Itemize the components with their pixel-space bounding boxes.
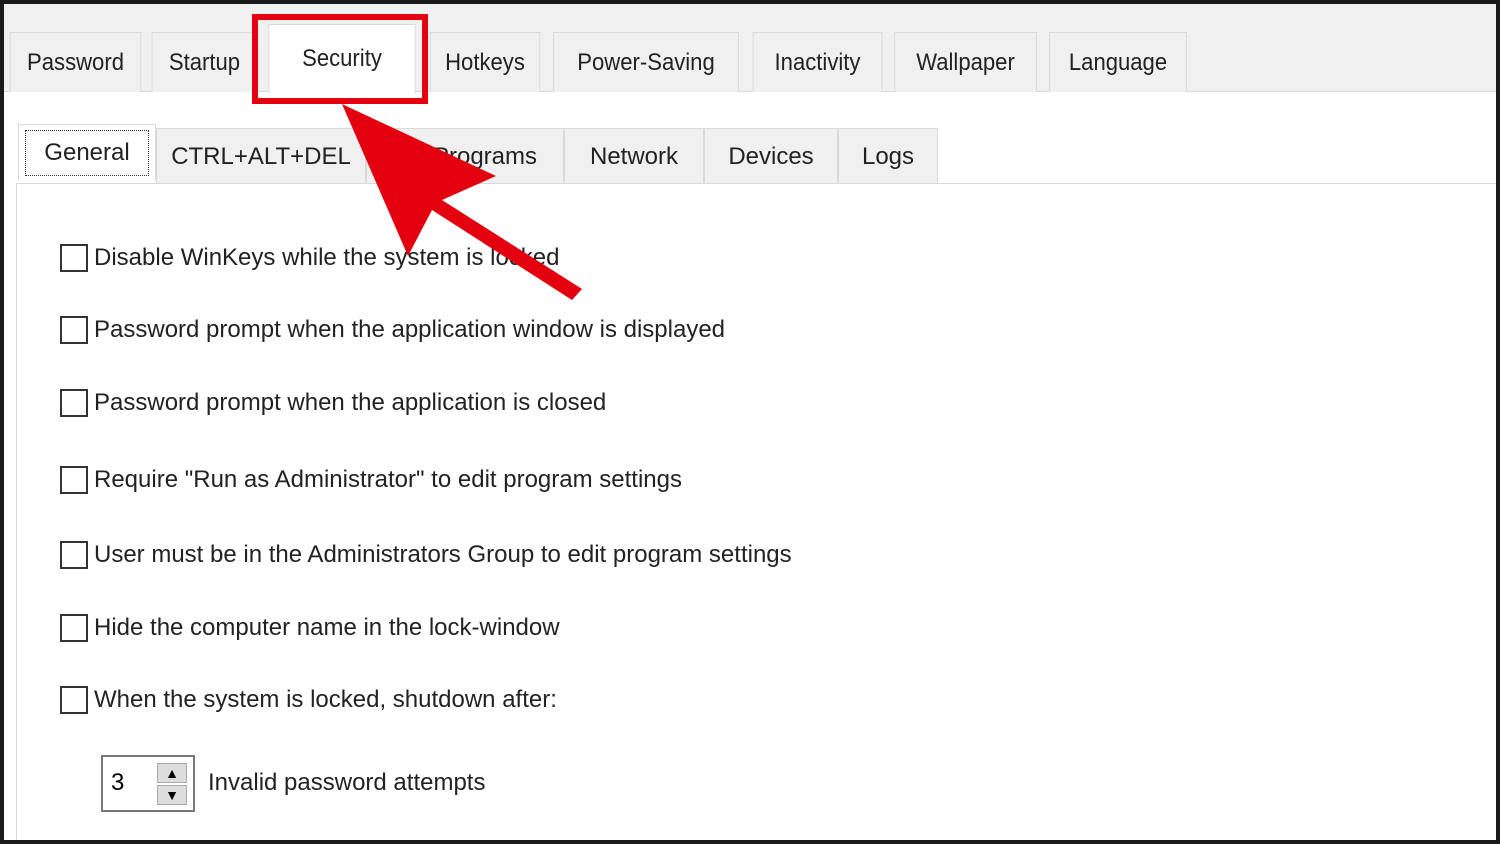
settings-window: Password Startup Security Hotkeys Power-… xyxy=(4,4,1496,840)
red-arrow-icon xyxy=(342,104,582,300)
red-arrow-shape xyxy=(342,104,582,300)
